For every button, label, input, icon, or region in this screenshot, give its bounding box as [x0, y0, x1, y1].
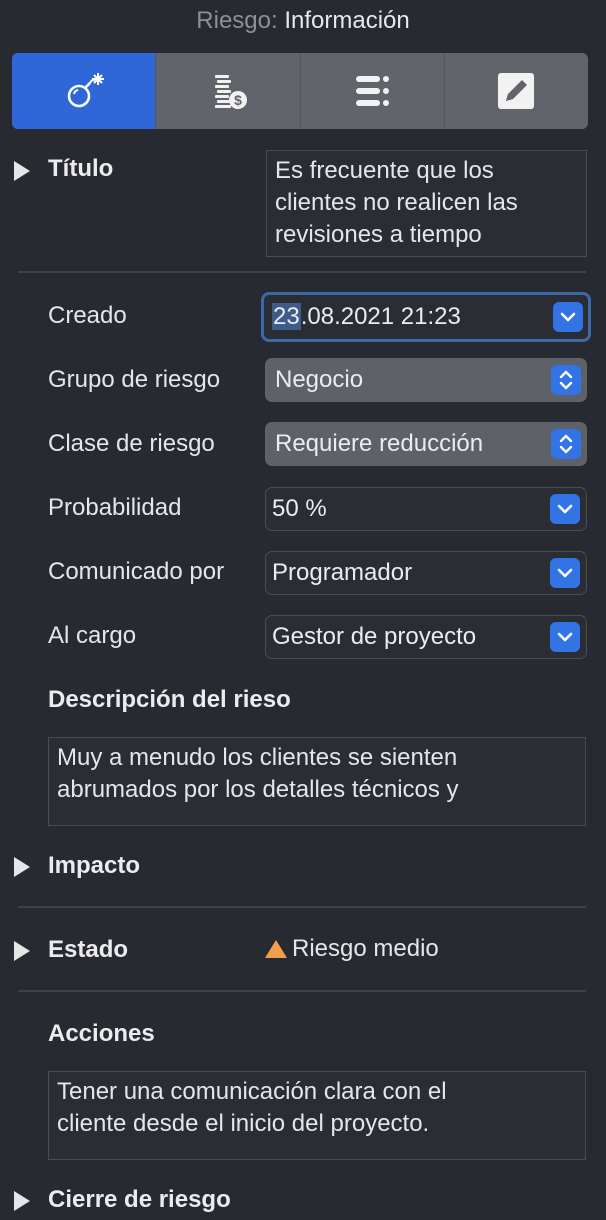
acciones-label: Acciones	[48, 1020, 155, 1047]
comunicado-dropdown-button[interactable]	[550, 558, 580, 588]
pencil-icon	[498, 73, 535, 109]
tab-risk-notes[interactable]	[445, 53, 588, 129]
estado-value: Riesgo medio	[264, 934, 439, 964]
chevron-down-icon	[557, 504, 573, 514]
grupo-label: Grupo de riesgo	[48, 366, 221, 393]
acciones-line: Tener una comunicación clara con el	[57, 1078, 447, 1105]
creado-date-picker[interactable]: 23.08.2021 21:23	[261, 292, 591, 342]
tab-risk-info[interactable]	[12, 53, 157, 129]
cargo-combo[interactable]: Gestor de proyecto	[265, 615, 587, 659]
titulo-line: Es frecuente que los	[275, 157, 494, 184]
cierre-label: Cierre de riesgo	[48, 1186, 231, 1213]
grupo-select[interactable]: Negocio	[265, 358, 587, 402]
impacto-label: Impacto	[48, 852, 141, 879]
descripcion-field[interactable]: Muy a menudo los clientes se sienten abr…	[48, 737, 586, 826]
tab-risk-details[interactable]	[301, 53, 445, 129]
clase-stepper-button[interactable]	[551, 429, 581, 459]
probabilidad-label: Probabilidad	[48, 494, 182, 521]
titulo-label: Título	[48, 155, 114, 182]
titulo-line: clientes no realicen las	[275, 189, 518, 216]
section-divider	[18, 271, 586, 273]
tab-risk-costs[interactable]: $	[156, 53, 301, 129]
acciones-line: cliente desde el inicio del proyecto.	[57, 1110, 430, 1137]
estado-text: Riesgo medio	[292, 935, 439, 962]
descripcion-line: Muy a menudo los clientes se sienten	[57, 744, 458, 771]
creado-rest: .08.2021 21:23	[300, 303, 461, 330]
comunicado-value: Programador	[272, 559, 413, 586]
comunicado-label: Comunicado por	[48, 558, 225, 585]
estado-disclosure-icon[interactable]	[12, 940, 32, 962]
descripcion-label: Descripción del rieso	[48, 686, 291, 713]
svg-text:$: $	[234, 92, 242, 108]
chevron-up-down-icon	[559, 434, 573, 454]
clase-label: Clase de riesgo	[48, 430, 215, 457]
bomb-icon	[67, 73, 104, 108]
cargo-dropdown-button[interactable]	[550, 622, 580, 652]
grupo-stepper-button[interactable]	[551, 365, 581, 395]
cierre-disclosure-icon[interactable]	[12, 1190, 32, 1212]
probabilidad-value: 50 %	[272, 495, 327, 522]
impacto-disclosure-icon[interactable]	[12, 856, 32, 878]
coins-dollar-icon: $	[214, 75, 247, 109]
titulo-disclosure-icon[interactable]	[12, 160, 32, 182]
descripcion-line: abrumados por los detalles técnicos y	[57, 776, 459, 803]
creado-dropdown-button[interactable]	[553, 302, 583, 332]
chevron-down-icon	[560, 312, 576, 322]
cargo-value: Gestor de proyecto	[272, 623, 477, 650]
acciones-field[interactable]: Tener una comunicación clara con el clie…	[48, 1071, 586, 1160]
clase-value: Requiere reducción	[275, 430, 484, 457]
probabilidad-combo[interactable]: 50 %	[265, 487, 587, 531]
creado-selected-part: 23	[272, 303, 301, 330]
clase-select[interactable]: Requiere reducción	[265, 422, 587, 466]
titulo-field[interactable]: Es frecuente que los clientes no realice…	[266, 150, 587, 257]
creado-value: 23.08.2021 21:23	[264, 303, 553, 331]
warning-triangle-icon	[265, 940, 287, 958]
titulo-line: revisiones a tiempo	[275, 221, 482, 248]
cargo-label: Al cargo	[48, 622, 137, 649]
probabilidad-dropdown-button[interactable]	[550, 494, 580, 524]
grupo-value: Negocio	[275, 366, 364, 393]
chevron-up-down-icon	[559, 370, 573, 390]
list-icon	[356, 76, 390, 106]
creado-label: Creado	[48, 302, 127, 329]
estado-label: Estado	[48, 936, 129, 963]
inspector-tabs: $	[12, 53, 588, 129]
panel-title-name: Información	[284, 7, 410, 34]
comunicado-combo[interactable]: Programador	[265, 551, 587, 595]
chevron-down-icon	[557, 568, 573, 578]
panel-title-prefix: Riesgo:	[196, 7, 278, 34]
chevron-down-icon	[557, 632, 573, 642]
risk-info-panel: Riesgo: Información $ Título Es frecuent…	[0, 0, 606, 1220]
panel-title: Riesgo: Información	[0, 6, 606, 36]
section-divider	[18, 990, 586, 992]
section-divider	[18, 906, 586, 908]
